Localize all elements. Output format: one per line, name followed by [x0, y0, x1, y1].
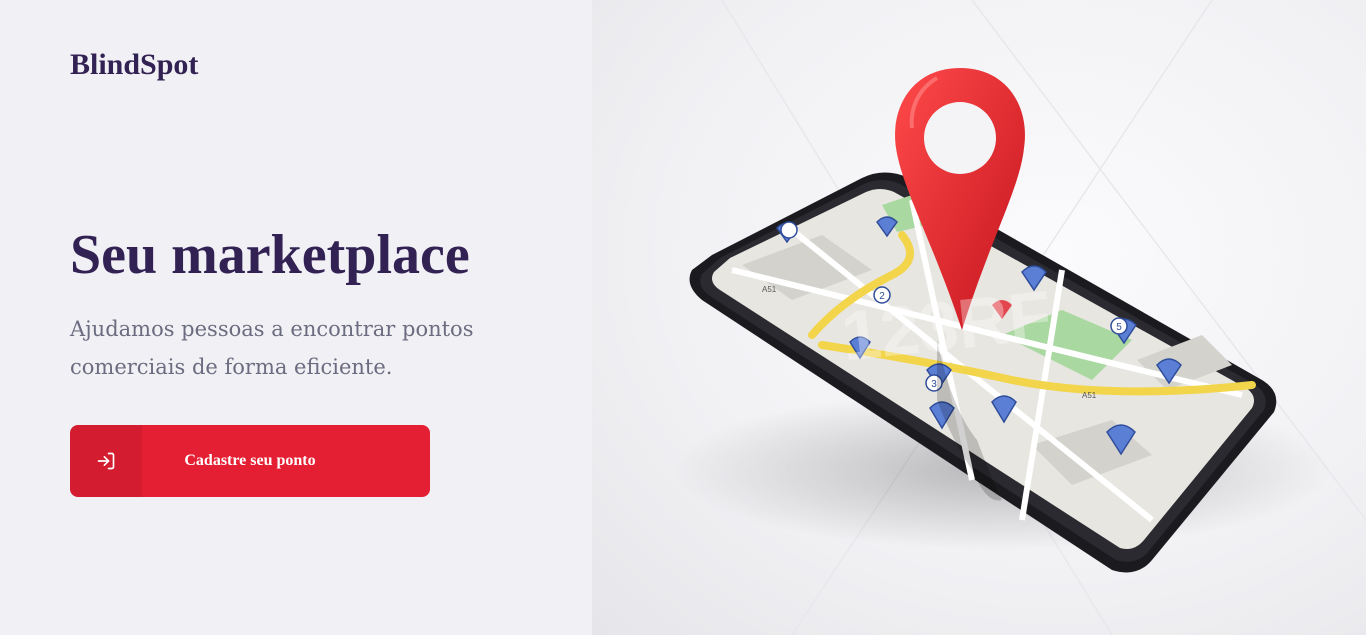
hero-description: Ajudamos pessoas a encontrar pontos come…: [70, 317, 474, 379]
hero-illustration: 2 3 5 A51 A51 123RF: [592, 0, 1366, 635]
brand-logo[interactable]: BlindSpot: [70, 48, 198, 82]
map-marker-number: 3: [931, 379, 937, 390]
map-marker-number: 5: [1116, 322, 1122, 333]
register-point-button-label: Cadastre seu ponto: [184, 452, 316, 469]
phone-map-illustration: 2 3 5 A51 A51 123RF: [672, 0, 1366, 635]
register-point-button[interactable]: Cadastre seu ponto: [70, 425, 430, 497]
hero-title: Seu marketplace: [70, 224, 470, 286]
log-in-icon: [70, 425, 142, 497]
landing-page: BlindSpot Seu marketplace Ajudamos pesso…: [0, 0, 1366, 635]
road-label: A51: [762, 285, 777, 294]
road-label: A51: [1082, 391, 1097, 400]
hero-panel: BlindSpot Seu marketplace Ajudamos pesso…: [0, 0, 592, 635]
